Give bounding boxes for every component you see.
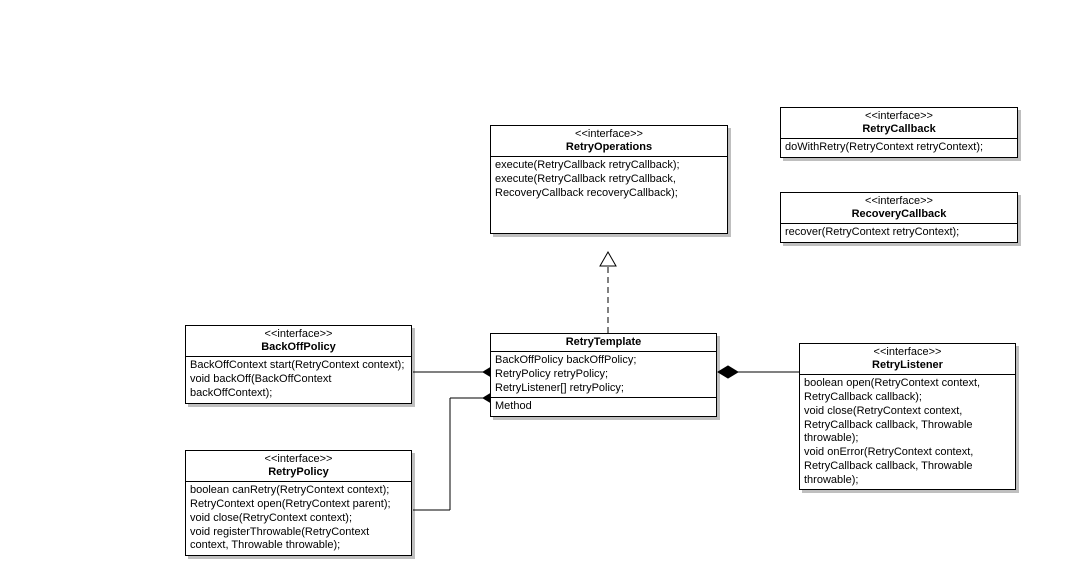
attribute: BackOffPolicy backOffPolicy;	[495, 354, 712, 368]
operations-compartment: doWithRetry(RetryContext retryContext);	[781, 139, 1017, 157]
class-retry-policy: <<interface>> RetryPolicy boolean canRet…	[185, 450, 412, 556]
stereotype-label: <<interface>>	[190, 453, 407, 466]
class-header: <<interface>> RecoveryCallback	[781, 193, 1017, 224]
class-name: RetryCallback	[785, 123, 1013, 136]
operation: RetryContext open(RetryContext parent);	[190, 498, 407, 512]
operations-compartment: boolean canRetry(RetryContext context); …	[186, 482, 411, 555]
operation: RetryCallback callback, Throwable	[804, 419, 1011, 433]
class-retry-listener: <<interface>> RetryListener boolean open…	[799, 343, 1016, 490]
class-name: BackOffPolicy	[190, 341, 407, 354]
class-header: <<interface>> BackOffPolicy	[186, 326, 411, 357]
operation: boolean canRetry(RetryContext context);	[190, 484, 407, 498]
stereotype-label: <<interface>>	[495, 128, 723, 141]
operation: context, Throwable throwable);	[190, 539, 407, 553]
operation: void backOff(BackOffContext	[190, 373, 407, 387]
operation: recover(RetryContext retryContext);	[785, 226, 1013, 240]
class-header: <<interface>> RetryListener	[800, 344, 1015, 375]
class-name: RetryOperations	[495, 141, 723, 154]
stereotype-label: <<interface>>	[785, 110, 1013, 123]
operations-compartment: execute(RetryCallback retryCallback); ex…	[491, 157, 727, 232]
operation: RecoveryCallback recoveryCallback);	[495, 187, 723, 201]
operation: backOffContext);	[190, 387, 407, 401]
operation: boolean open(RetryContext context,	[804, 377, 1011, 391]
uml-connectors	[0, 0, 1066, 582]
operation: Method	[495, 400, 712, 414]
operation: throwable);	[804, 432, 1011, 446]
class-name: RetryPolicy	[190, 466, 407, 479]
class-recovery-callback: <<interface>> RecoveryCallback recover(R…	[780, 192, 1018, 243]
class-retry-template: RetryTemplate BackOffPolicy backOffPolic…	[490, 333, 717, 417]
operation: void close(RetryContext context,	[804, 405, 1011, 419]
class-retry-operations: <<interface>> RetryOperations execute(Re…	[490, 125, 728, 234]
operation: doWithRetry(RetryContext retryContext);	[785, 141, 1013, 155]
operations-compartment: recover(RetryContext retryContext);	[781, 224, 1017, 242]
class-header: <<interface>> RetryPolicy	[186, 451, 411, 482]
class-name: RecoveryCallback	[785, 208, 1013, 221]
class-backoff-policy: <<interface>> BackOffPolicy BackOffConte…	[185, 325, 412, 404]
operation: execute(RetryCallback retryCallback);	[495, 159, 723, 173]
attribute: RetryPolicy retryPolicy;	[495, 368, 712, 382]
stereotype-label: <<interface>>	[190, 328, 407, 341]
class-header: <<interface>> RetryCallback	[781, 108, 1017, 139]
class-retry-callback: <<interface>> RetryCallback doWithRetry(…	[780, 107, 1018, 158]
operations-compartment: Method	[491, 398, 716, 416]
class-header: RetryTemplate	[491, 334, 716, 352]
operations-compartment: boolean open(RetryContext context, Retry…	[800, 375, 1015, 489]
stereotype-label: <<interface>>	[785, 195, 1013, 208]
class-header: <<interface>> RetryOperations	[491, 126, 727, 157]
operation: BackOffContext start(RetryContext contex…	[190, 359, 407, 373]
operation: execute(RetryCallback retryCallback,	[495, 173, 723, 187]
attributes-compartment: BackOffPolicy backOffPolicy; RetryPolicy…	[491, 352, 716, 398]
operation: void registerThrowable(RetryContext	[190, 526, 407, 540]
attribute: RetryListener[] retryPolicy;	[495, 382, 712, 396]
operation: RetryCallback callback);	[804, 391, 1011, 405]
operation: void close(RetryContext context);	[190, 512, 407, 526]
class-name: RetryTemplate	[495, 336, 712, 349]
operation: RetryCallback callback, Throwable	[804, 460, 1011, 474]
operation: void onError(RetryContext context,	[804, 446, 1011, 460]
class-name: RetryListener	[804, 359, 1011, 372]
operations-compartment: BackOffContext start(RetryContext contex…	[186, 357, 411, 402]
stereotype-label: <<interface>>	[804, 346, 1011, 359]
operation: throwable);	[804, 474, 1011, 488]
